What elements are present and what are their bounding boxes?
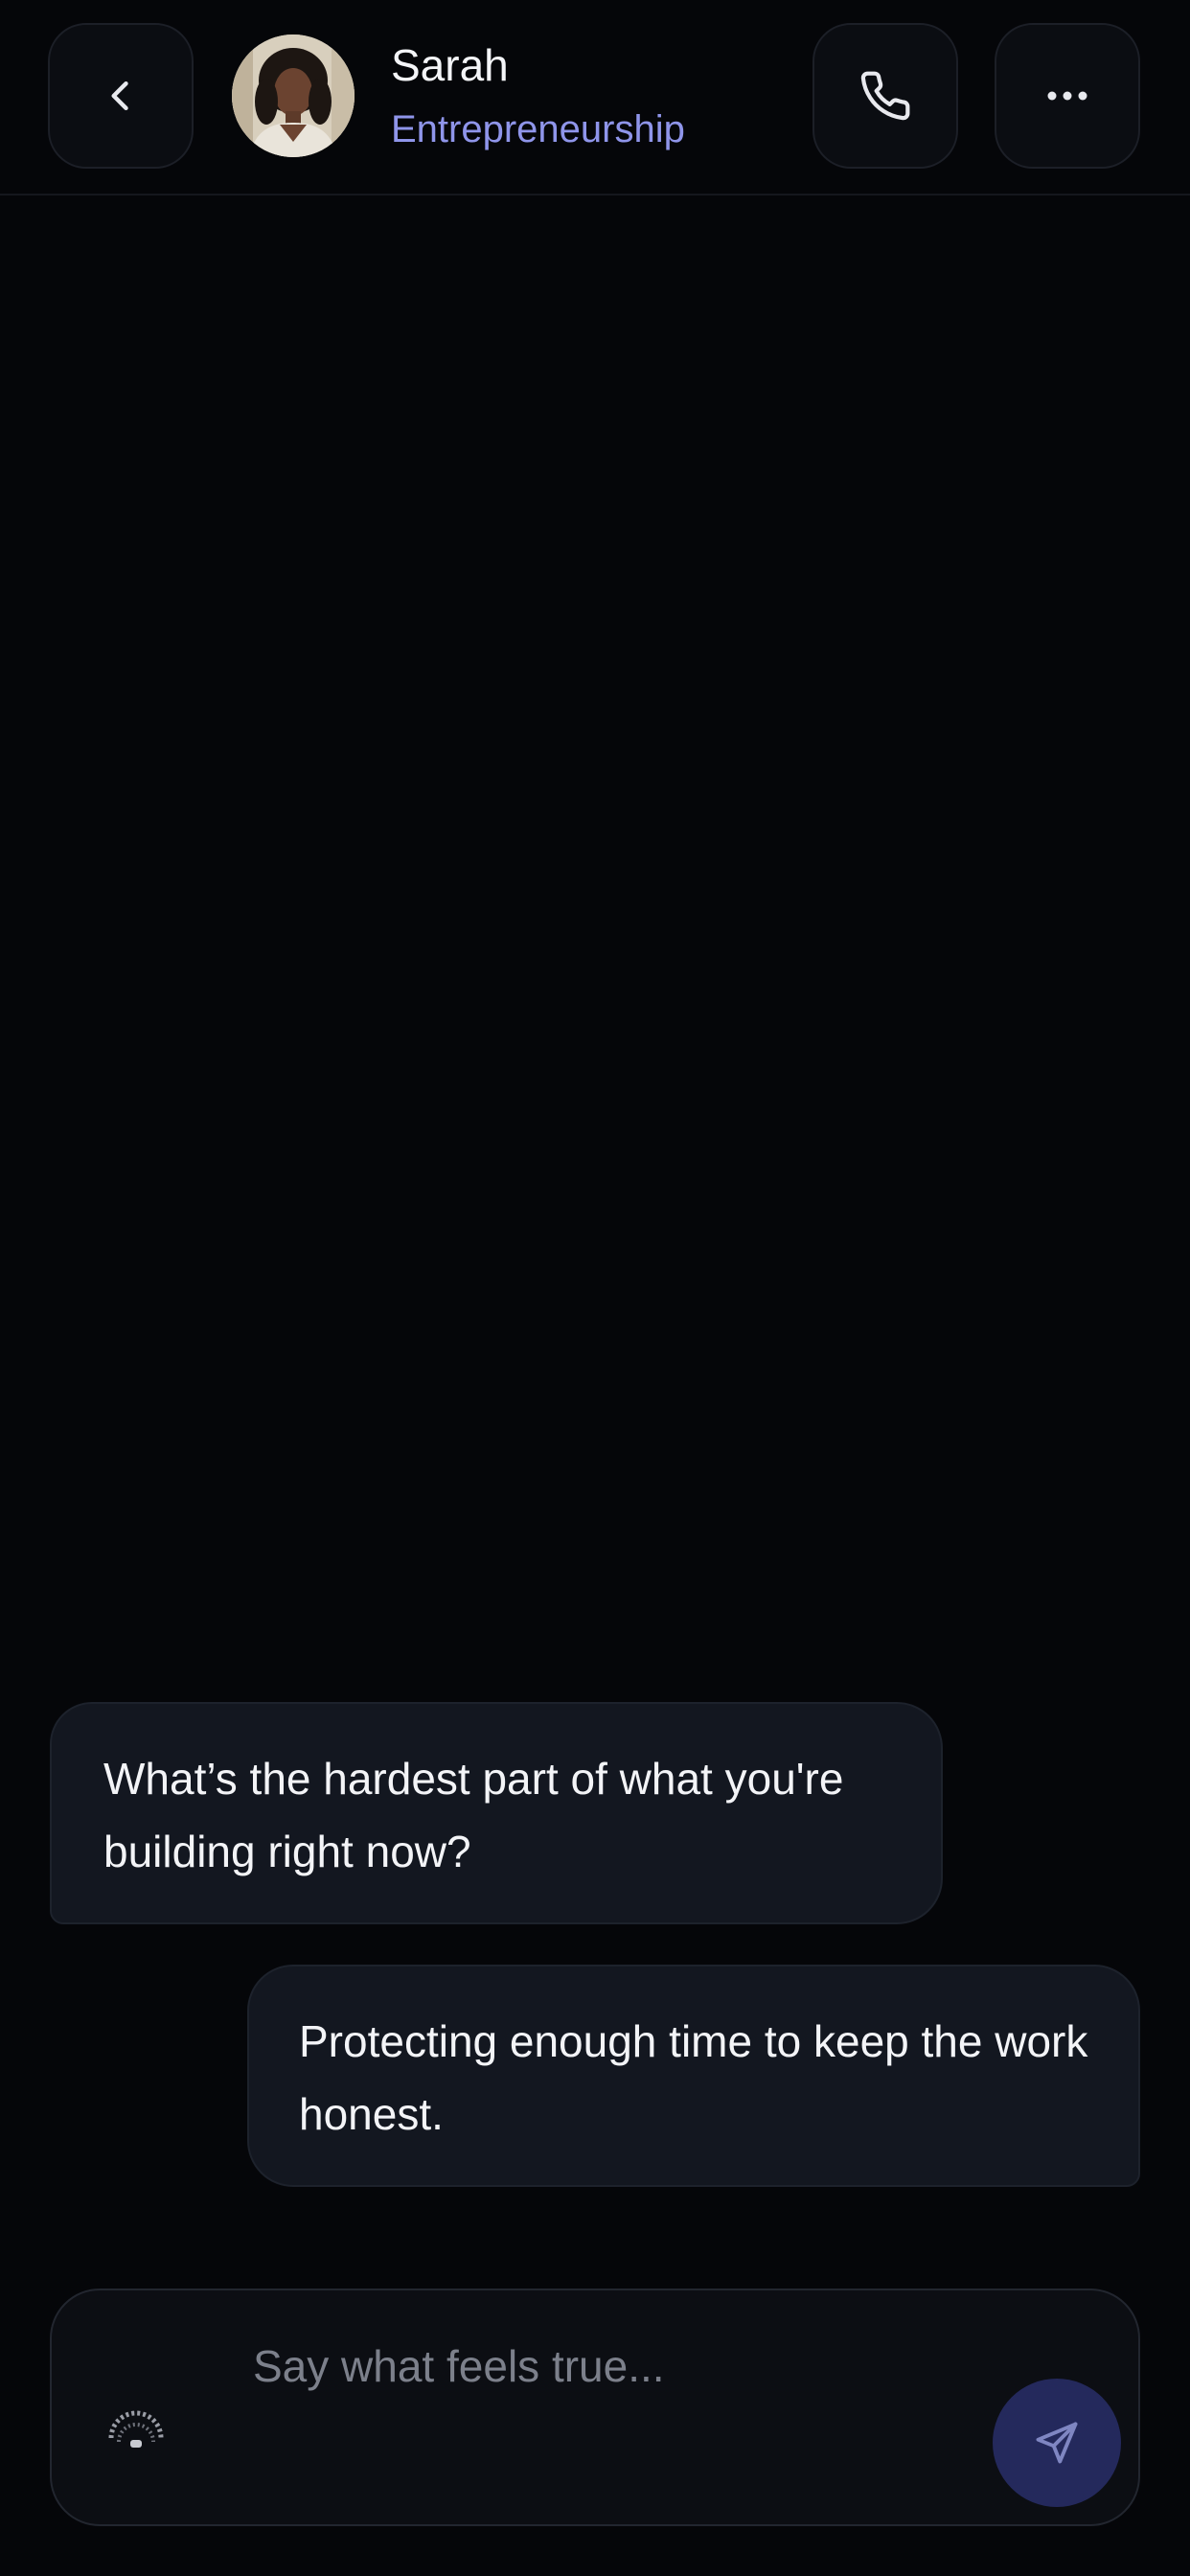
message-bubble-outgoing: Protecting enough time to keep the work …: [247, 1965, 1140, 2187]
contact-subtitle: Entrepreneurship: [391, 108, 685, 150]
message-bubble-incoming: What’s the hardest part of what you're b…: [50, 1702, 943, 1924]
chat-header: Sarah Entrepreneurship: [0, 0, 1190, 196]
avatar[interactable]: [232, 34, 355, 157]
avatar-image: [232, 34, 355, 157]
phone-icon: [860, 71, 910, 121]
message-input[interactable]: [253, 2333, 981, 2400]
send-button[interactable]: [993, 2379, 1121, 2507]
message-text: Protecting enough time to keep the work …: [299, 2016, 1088, 2139]
send-icon: [1036, 2422, 1078, 2464]
message-composer: [50, 2288, 1140, 2526]
chat-screen: Sarah Entrepreneurship What’s the hardes…: [0, 0, 1190, 2576]
call-button[interactable]: [812, 23, 958, 169]
more-options-button[interactable]: [995, 23, 1140, 169]
back-button[interactable]: [48, 23, 194, 169]
contact-name: Sarah: [391, 40, 509, 90]
chevron-left-icon: [111, 80, 128, 111]
more-horizontal-icon: [1047, 91, 1087, 101]
message-text: What’s the hardest part of what you're b…: [103, 1754, 844, 1876]
loading-indicator-icon: [108, 2410, 164, 2448]
